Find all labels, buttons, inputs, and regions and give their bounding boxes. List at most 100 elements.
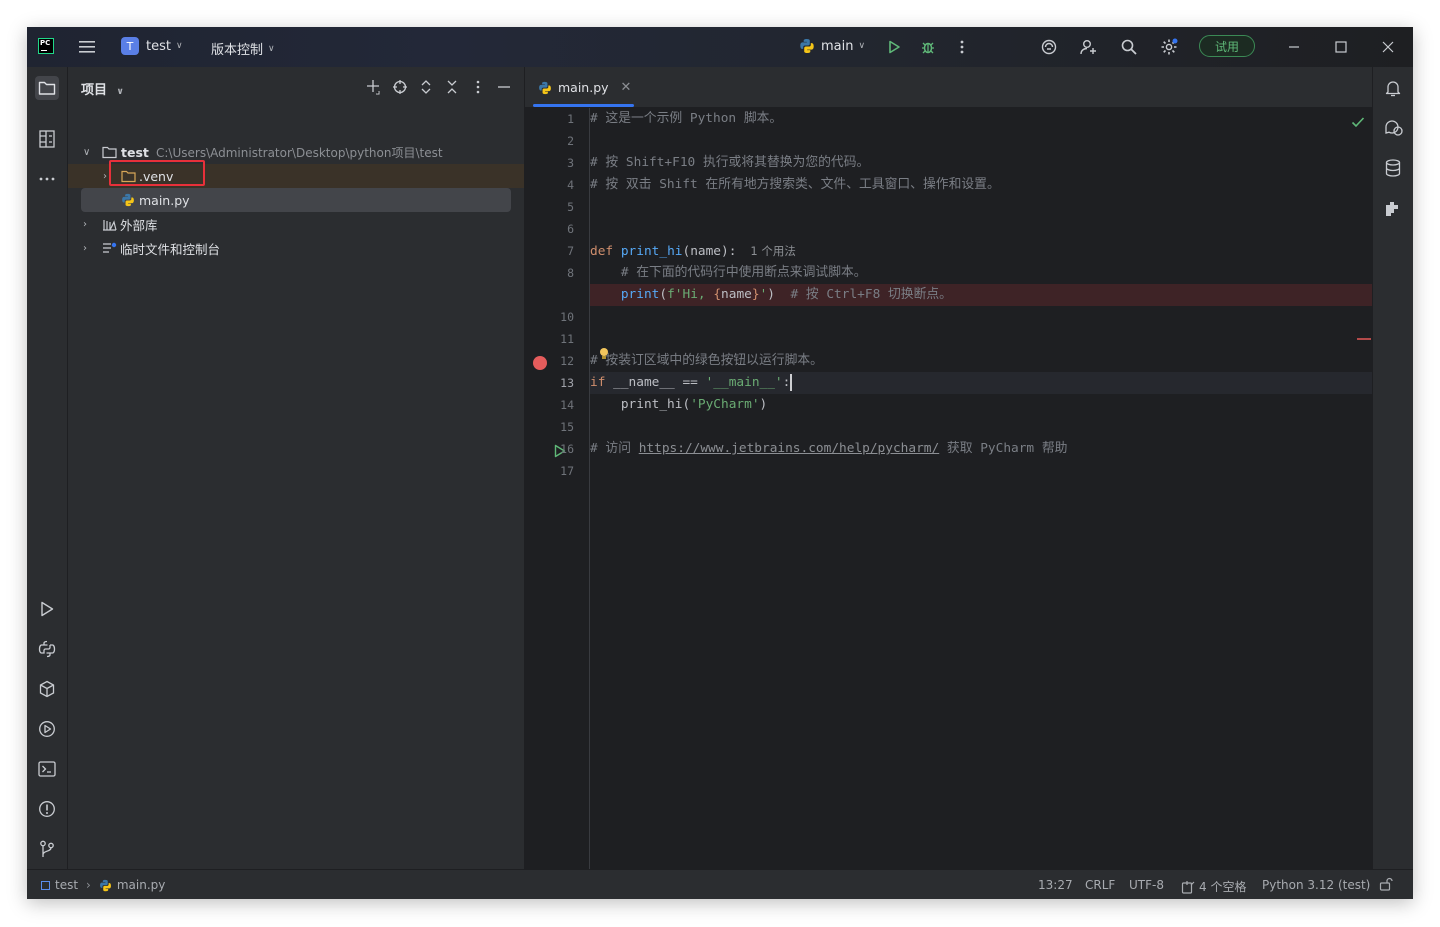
breadcrumb-project[interactable]: test — [55, 878, 78, 892]
collapse-all-icon[interactable] — [442, 77, 462, 97]
ai-assistant-icon[interactable] — [1039, 37, 1059, 57]
highlight-box — [109, 160, 205, 186]
tree-root-label: test — [121, 144, 149, 160]
error-stripe-marker[interactable] — [1357, 338, 1371, 340]
line-ending[interactable]: CRLF — [1085, 878, 1115, 892]
code-line: 15 — [560, 420, 574, 434]
project-view-selector[interactable]: 项目 ∨ — [81, 79, 124, 98]
text-caret — [790, 374, 793, 391]
chevron-down-icon: ∨ — [858, 41, 866, 51]
code-line: 4 # 按 双击 Shift 在所有地方搜索类、文件、工具窗口、操作和设置。 — [567, 177, 1000, 192]
tree-root-path: C:\Users\Administrator\Desktop\python项目\… — [156, 145, 443, 160]
project-tool-folder-icon[interactable] — [35, 76, 59, 100]
folder-icon — [102, 146, 117, 158]
new-file-icon[interactable] — [364, 77, 384, 97]
module-icon — [41, 880, 50, 890]
terminal-icon[interactable] — [35, 757, 59, 781]
lightbulb-icon[interactable] — [598, 347, 610, 361]
tree-item-label: 临时文件和控制台 — [120, 241, 221, 257]
notifications-bell-icon[interactable] — [1384, 79, 1402, 97]
main-menu-icon[interactable] — [77, 37, 97, 57]
debug-icon[interactable] — [918, 37, 938, 57]
git-branch-icon[interactable] — [35, 837, 59, 861]
code-line: 1 # 这是一个示例 Python 脚本。 — [567, 111, 783, 126]
tree-item-scratches[interactable]: › 临时文件和控制台 — [68, 236, 524, 260]
check-icon — [1351, 117, 1365, 128]
project-switcher[interactable]: T test ∨ — [121, 37, 183, 55]
python-interpreter[interactable]: Python 3.12 (test) — [1262, 878, 1370, 892]
project-panel-header: 项目 ∨ — [68, 67, 524, 107]
tree-item-main-py[interactable]: main.py — [81, 188, 511, 212]
breadcrumb-file[interactable]: main.py — [117, 878, 166, 892]
problems-icon[interactable] — [35, 797, 59, 821]
run-config-label: main — [821, 38, 854, 54]
code-line: 2 — [567, 134, 574, 148]
indent-setting[interactable]: 4 个空格 — [1181, 878, 1246, 895]
scratches-icon — [103, 242, 117, 253]
code-line: 11 — [560, 332, 574, 346]
tree-item-external-libs[interactable]: › 外部库 — [68, 212, 524, 236]
project-panel-title: 项目 — [81, 83, 108, 98]
vcs-menu[interactable]: 版本控制 ∨ — [211, 39, 275, 58]
code-line: 17 — [560, 464, 574, 478]
code-line: 6 — [567, 222, 574, 236]
help-link[interactable]: https://www.jetbrains.com/help/pycharm/ — [639, 441, 939, 456]
pycharm-logo-icon: PC — [38, 38, 54, 54]
tab-label: main.py — [558, 80, 609, 95]
run-config-selector[interactable]: main ∨ — [799, 38, 865, 54]
editor: main.py ✕ 1 # 这是一个示例 Python 脚本。 2 3 # 按 Sh… — [525, 67, 1372, 869]
chevron-right-icon: › — [86, 878, 91, 892]
read-only-lock-icon[interactable] — [1379, 877, 1393, 891]
chevron-down-icon: ∨ — [83, 146, 91, 158]
plugin-puzzle-icon[interactable] — [1384, 199, 1402, 217]
code-line: 5 — [567, 200, 574, 214]
project-badge: T — [121, 37, 139, 55]
code-line: 14 print_hi('PyCharm') — [560, 397, 768, 412]
structure-icon[interactable] — [35, 127, 59, 151]
project-name: test — [146, 38, 171, 54]
python-packages-icon[interactable] — [35, 677, 59, 701]
tab-main-py[interactable]: main.py ✕ — [525, 67, 635, 108]
tree-item-label: main.py — [139, 192, 190, 208]
settings-gear-icon[interactable] — [1159, 37, 1179, 57]
code-line: 8 # 在下面的代码行中使用断点来调试脚本。 — [567, 265, 867, 280]
python-console-icon[interactable] — [35, 637, 59, 661]
active-tab-indicator — [533, 104, 634, 107]
caret-position[interactable]: 13:27 — [1038, 878, 1073, 892]
title-bar: PC T test ∨ 版本控制 ∨ main ∨ 试用 — [27, 27, 1413, 67]
close-tab-icon[interactable]: ✕ — [621, 80, 632, 95]
indent-icon — [1181, 880, 1195, 894]
python-icon — [800, 39, 814, 53]
usage-hint[interactable]: 1 个用法 — [750, 244, 795, 258]
run-tool-icon[interactable] — [35, 597, 59, 621]
search-icon[interactable] — [1119, 37, 1139, 57]
options-icon[interactable] — [468, 77, 488, 97]
right-tool-strip — [1372, 67, 1413, 869]
database-icon[interactable] — [1385, 159, 1401, 177]
file-encoding[interactable]: UTF-8 — [1129, 878, 1164, 892]
python-file-icon — [99, 879, 111, 891]
ai-chat-icon[interactable] — [1384, 119, 1404, 137]
expand-all-icon[interactable] — [416, 77, 436, 97]
python-file-icon — [539, 81, 551, 94]
vcs-label: 版本控制 — [211, 43, 264, 58]
hide-panel-icon[interactable] — [494, 77, 514, 97]
run-icon[interactable] — [884, 37, 904, 57]
more-actions-icon[interactable] — [952, 37, 972, 57]
services-icon[interactable] — [35, 717, 59, 741]
code-area[interactable]: 1 # 这是一个示例 Python 脚本。 2 3 # 按 Shift+F10 执行… — [560, 108, 1372, 869]
close-icon[interactable] — [1378, 37, 1398, 57]
maximize-icon[interactable] — [1331, 37, 1351, 57]
locate-file-icon[interactable] — [390, 77, 410, 97]
tree-item-label: 外部库 — [120, 217, 158, 233]
code-line: 9 print(f'Hi, {name}') # 按 Ctrl+F8 切换断点。 — [620, 287, 952, 302]
chevron-right-icon: › — [103, 170, 107, 182]
trial-button[interactable]: 试用 — [1199, 35, 1255, 57]
more-tools-icon[interactable] — [35, 167, 59, 191]
project-tool-window: 项目 ∨ ∨ test C:\Users\Administrator\Deskt… — [68, 67, 525, 869]
breadcrumb: test › main.py — [41, 878, 165, 892]
add-user-icon[interactable] — [1079, 37, 1099, 57]
code-line: 3 # 按 Shift+F10 执行或将其替换为您的代码。 — [567, 155, 870, 170]
minimize-icon[interactable] — [1284, 37, 1304, 57]
chevron-right-icon: › — [83, 218, 87, 230]
